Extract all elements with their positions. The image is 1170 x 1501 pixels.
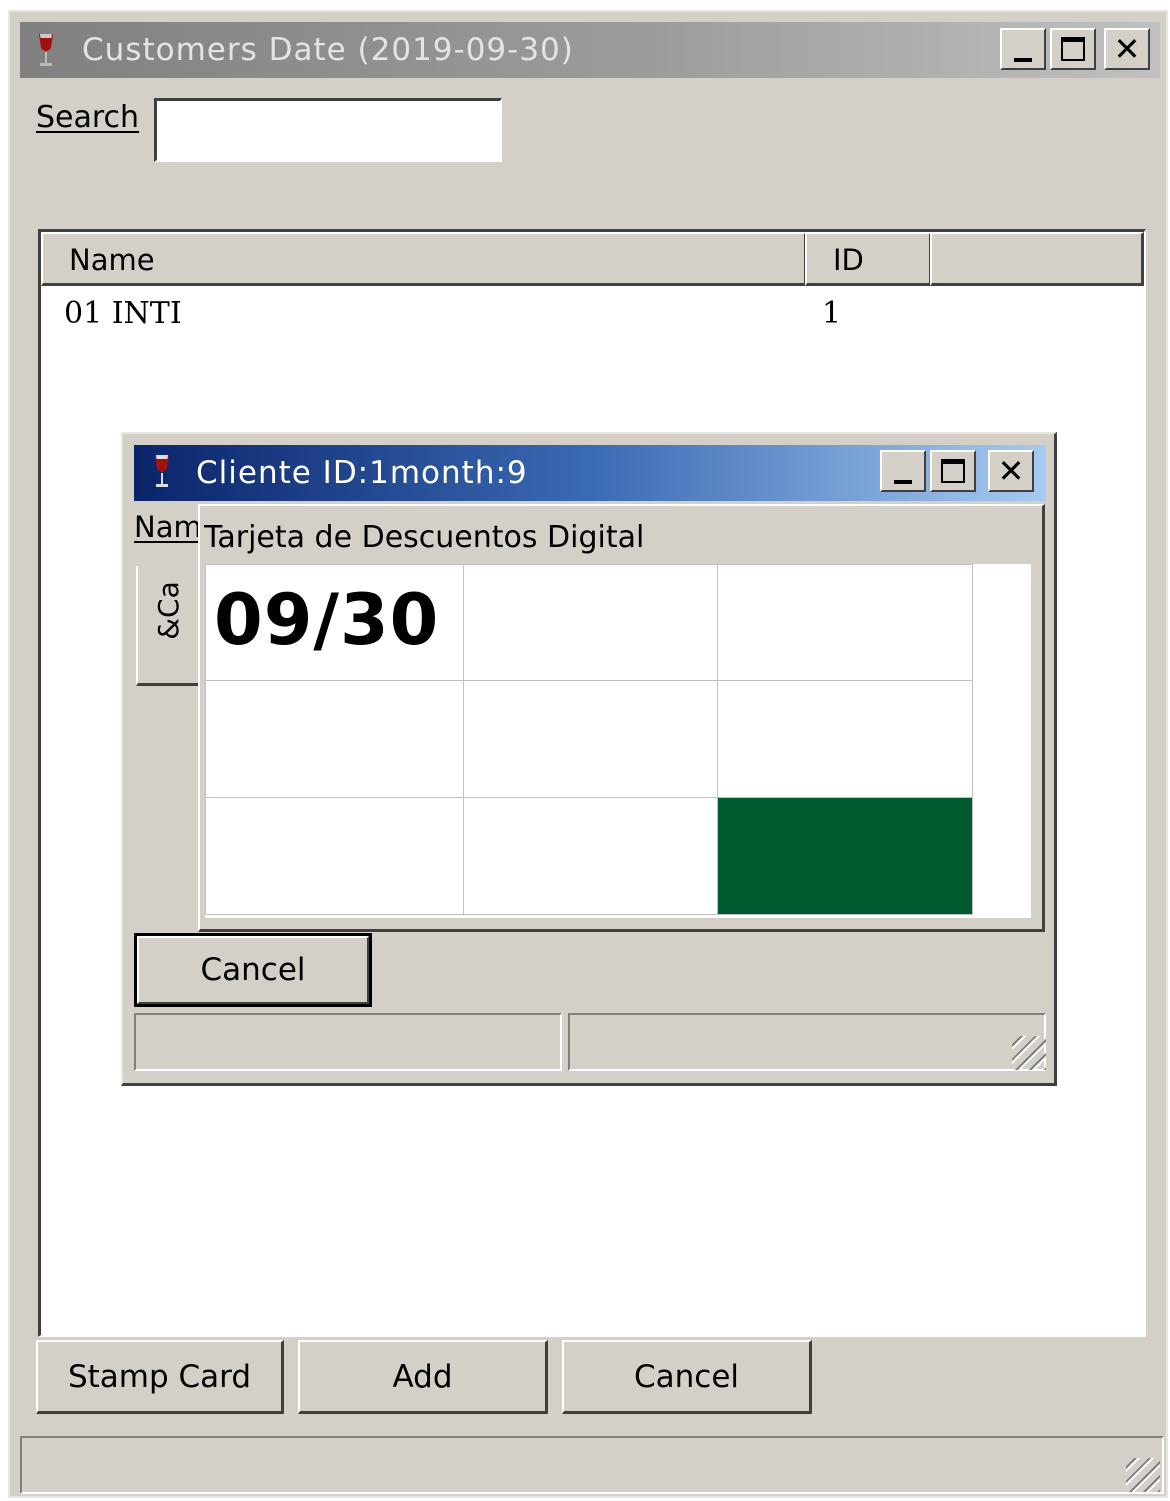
main-titlebar[interactable]: Customers Date (2019-09-30) ✕ xyxy=(20,22,1160,78)
wine-glass-icon xyxy=(152,449,172,499)
add-label: Add xyxy=(392,1358,453,1395)
maximize-button[interactable] xyxy=(1050,28,1096,70)
window-title: Customers Date (2019-09-30) xyxy=(82,32,574,68)
stamp-cell[interactable] xyxy=(717,680,973,798)
dialog-maximize-button[interactable] xyxy=(930,450,976,492)
resize-grip-icon[interactable] xyxy=(1012,1036,1046,1070)
maximize-icon xyxy=(941,459,965,483)
stamp-cell[interactable] xyxy=(463,797,718,915)
column-header-name[interactable]: Name xyxy=(41,232,807,286)
close-icon: ✕ xyxy=(1113,30,1141,68)
stamp-cell-filled[interactable] xyxy=(717,797,973,915)
vertical-tab-label: &Ca xyxy=(138,580,198,640)
minimize-icon xyxy=(894,480,912,484)
stamp-card-label: Stamp Card xyxy=(67,1358,252,1395)
card-caption: Tarjeta de Descuentos Digital xyxy=(204,520,645,555)
dialog-minimize-button[interactable] xyxy=(880,450,926,492)
stamp-card-button[interactable]: Stamp Card xyxy=(36,1340,284,1414)
dialog-titlebar[interactable]: Cliente ID:1month:9 ✕ xyxy=(134,445,1046,501)
dialog-cancel-button[interactable]: Cancel xyxy=(134,933,372,1007)
dialog-status-left xyxy=(134,1013,562,1071)
wine-glass-icon xyxy=(36,28,56,78)
stamp-cell[interactable] xyxy=(463,564,718,681)
close-button[interactable]: ✕ xyxy=(1104,28,1150,70)
cancel-button[interactable]: Cancel xyxy=(562,1340,812,1414)
resize-grip-icon[interactable] xyxy=(1126,1458,1160,1492)
stamp-cell[interactable] xyxy=(205,680,464,798)
minimize-icon xyxy=(1014,58,1032,62)
status-bar xyxy=(20,1436,1164,1494)
stamp-cell[interactable] xyxy=(205,797,464,915)
stamp-cell[interactable]: 09/30 xyxy=(205,564,464,681)
name-label-text: Name xyxy=(134,510,198,544)
minimize-button[interactable] xyxy=(1000,28,1046,70)
dialog-title: Cliente ID:1month:9 xyxy=(196,455,528,491)
stamp-cell[interactable] xyxy=(717,564,973,681)
dialog-close-button[interactable]: ✕ xyxy=(988,450,1034,492)
column-header-id[interactable]: ID xyxy=(805,232,932,286)
search-input[interactable] xyxy=(154,98,502,162)
stamp-card-grid: 09/30 xyxy=(205,564,1031,918)
column-header-filler xyxy=(930,232,1144,286)
maximize-icon xyxy=(1061,37,1085,61)
add-button[interactable]: Add xyxy=(298,1340,548,1414)
stamp-date: 09/30 xyxy=(214,579,440,661)
dialog-cancel-label: Cancel xyxy=(200,952,306,988)
name-label: Name xyxy=(134,510,198,544)
dialog-status-right xyxy=(568,1013,1046,1071)
vertical-tab-text: &Ca xyxy=(151,580,185,640)
cell-id: 1 xyxy=(822,296,842,331)
cell-name: 01 INTI xyxy=(64,296,182,331)
table-row[interactable]: 01 INTI 1 xyxy=(42,292,1142,340)
stamp-cell[interactable] xyxy=(463,680,718,798)
search-label-text: Search xyxy=(36,100,140,135)
search-label: Search xyxy=(36,100,139,135)
cancel-label: Cancel xyxy=(633,1358,740,1395)
close-icon: ✕ xyxy=(997,452,1025,490)
